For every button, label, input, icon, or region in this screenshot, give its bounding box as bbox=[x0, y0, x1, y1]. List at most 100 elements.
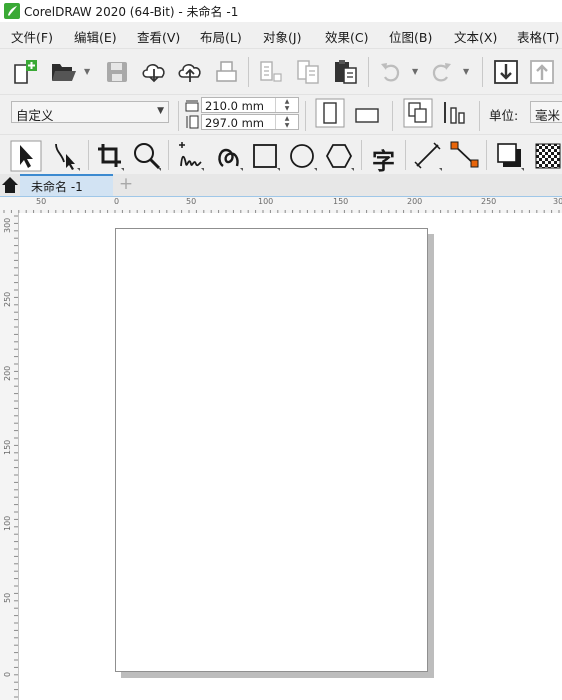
undo-icon[interactable] bbox=[378, 59, 404, 85]
redo-dropdown-icon[interactable]: ▼ bbox=[463, 67, 469, 76]
document-tab-bar: 未命名 -1 + bbox=[0, 174, 562, 197]
toolbar-separator bbox=[361, 140, 362, 170]
clipboard-icon[interactable] bbox=[332, 58, 360, 86]
copy-properties-icon[interactable] bbox=[258, 59, 284, 85]
toolbar-separator bbox=[178, 101, 179, 131]
ruler-tick-label: 250 bbox=[481, 197, 497, 206]
horizontal-ruler[interactable]: 50 0 50 100 150 200 250 300 bbox=[0, 197, 562, 214]
toolbar-separator bbox=[305, 101, 306, 131]
toolbar-separator bbox=[392, 101, 393, 131]
ruler-tick-label: 50 bbox=[36, 197, 47, 206]
menu-bar: 文件(F) 编辑(E) 查看(V) 布局(L) 对象(J) 效果(C) 位图(B… bbox=[0, 22, 562, 48]
toolbox: 字 bbox=[0, 134, 562, 175]
ruler-tick-label: 300 bbox=[553, 197, 562, 206]
tab-untitled-1[interactable]: 未命名 -1 bbox=[20, 174, 113, 196]
ruler-tick-label: 50 bbox=[186, 197, 197, 206]
toolbar-separator bbox=[248, 57, 249, 87]
menu-view[interactable]: 查看(V) bbox=[137, 27, 180, 46]
menu-text[interactable]: 文本(X) bbox=[454, 27, 497, 46]
all-pages-button[interactable] bbox=[403, 98, 433, 128]
coreldraw-app-icon bbox=[4, 3, 20, 19]
ruler-tick-label: 300 bbox=[3, 217, 12, 233]
ruler-tick-label: 0 bbox=[114, 197, 120, 206]
ruler-tick-label: 100 bbox=[258, 197, 274, 206]
ruler-tick-label: 200 bbox=[3, 365, 12, 381]
menu-effects[interactable]: 效果(C) bbox=[325, 27, 368, 46]
height-spinner[interactable]: ▲ ▼ bbox=[275, 115, 298, 129]
ruler-tick-label: 150 bbox=[3, 439, 12, 455]
open-icon[interactable] bbox=[50, 60, 78, 84]
page-size-dropdown[interactable]: 自定义 ▼ bbox=[11, 101, 169, 123]
portrait-orientation-button[interactable] bbox=[315, 98, 345, 128]
property-bar: 自定义 ▼ 210.0 mm ▲ ▼ 297.0 mm ▲ ▼ 单位: 毫米 bbox=[0, 94, 562, 135]
parallel-dimension-tool-icon[interactable] bbox=[412, 140, 444, 172]
units-value: 毫米 bbox=[535, 108, 561, 123]
text-tool-button[interactable]: 字 bbox=[368, 141, 400, 175]
polygon-tool-icon[interactable] bbox=[324, 140, 356, 172]
connector-tool-icon[interactable] bbox=[449, 140, 481, 172]
page-height-value: 297.0 mm bbox=[205, 116, 264, 130]
page-width-icon bbox=[185, 100, 199, 112]
chevron-down-icon: ▼ bbox=[157, 106, 164, 116]
add-tab-button[interactable]: + bbox=[116, 175, 136, 195]
landscape-orientation-button[interactable] bbox=[352, 105, 382, 125]
tab-label: 未命名 -1 bbox=[31, 180, 83, 194]
pick-tool-icon[interactable] bbox=[10, 140, 42, 172]
title-bar: CorelDRAW 2020 (64-Bit) - 未命名 -1 bbox=[0, 0, 562, 22]
paste-properties-icon[interactable] bbox=[296, 59, 322, 85]
transparency-tool-icon[interactable] bbox=[533, 140, 562, 172]
ruler-tick-label: 250 bbox=[3, 291, 12, 307]
artistic-media-tool-icon[interactable] bbox=[213, 140, 245, 172]
ruler-tick-label: 50 bbox=[3, 592, 12, 603]
ruler-tick-label: 150 bbox=[333, 197, 349, 206]
rectangle-tool-icon[interactable] bbox=[250, 140, 282, 172]
menu-table[interactable]: 表格(T) bbox=[517, 27, 559, 46]
menu-edit[interactable]: 编辑(E) bbox=[74, 27, 117, 46]
open-dropdown-icon[interactable]: ▼ bbox=[84, 67, 90, 76]
text-tool-icon: 字 bbox=[372, 149, 395, 175]
drop-shadow-tool-icon[interactable] bbox=[494, 140, 526, 172]
print-icon[interactable] bbox=[214, 60, 240, 84]
freehand-tool-icon[interactable] bbox=[174, 140, 206, 172]
width-spinner[interactable]: ▲ ▼ bbox=[275, 98, 298, 112]
units-dropdown[interactable]: 毫米 bbox=[530, 101, 562, 123]
page-width-field[interactable]: 210.0 mm ▲ ▼ bbox=[201, 97, 299, 113]
document-page[interactable] bbox=[115, 228, 428, 672]
menu-bitmaps[interactable]: 位图(B) bbox=[389, 27, 432, 46]
toolbar-separator bbox=[479, 101, 480, 131]
crop-tool-icon[interactable] bbox=[94, 140, 126, 172]
units-label: 单位: bbox=[489, 108, 519, 123]
redo-icon[interactable] bbox=[428, 59, 454, 85]
import-icon[interactable] bbox=[492, 58, 520, 86]
toolbar-separator bbox=[368, 57, 369, 87]
page-height-field[interactable]: 297.0 mm ▲ ▼ bbox=[201, 114, 299, 130]
menu-object[interactable]: 对象(J) bbox=[263, 27, 301, 46]
shape-tool-icon[interactable] bbox=[50, 140, 82, 172]
save-icon[interactable] bbox=[105, 60, 129, 84]
undo-dropdown-icon[interactable]: ▼ bbox=[412, 67, 418, 76]
menu-file[interactable]: 文件(F) bbox=[11, 27, 53, 46]
menu-layout[interactable]: 布局(L) bbox=[200, 27, 242, 46]
toolbar-separator bbox=[168, 140, 169, 170]
export-icon[interactable] bbox=[528, 58, 556, 86]
ellipse-tool-icon[interactable] bbox=[287, 140, 319, 172]
toolbar-separator bbox=[88, 140, 89, 170]
cloud-download-icon[interactable] bbox=[140, 59, 168, 85]
ruler-tick-label: 0 bbox=[3, 671, 12, 677]
standard-toolbar: ▼ ▼ ▼ bbox=[0, 48, 562, 95]
zoom-tool-icon[interactable] bbox=[131, 140, 163, 172]
current-page-button[interactable] bbox=[441, 99, 469, 127]
cloud-upload-icon[interactable] bbox=[176, 59, 204, 85]
vertical-ruler-ticks bbox=[14, 215, 18, 698]
ruler-tick-label: 100 bbox=[3, 515, 12, 531]
page-width-value: 210.0 mm bbox=[205, 99, 264, 113]
ruler-tick-label: 200 bbox=[407, 197, 423, 206]
page-height-icon bbox=[186, 115, 199, 129]
toolbar-separator bbox=[486, 140, 487, 170]
vertical-ruler[interactable]: 300 250 200 150 100 50 0 bbox=[0, 213, 19, 700]
page-size-value: 自定义 bbox=[16, 108, 54, 123]
toolbar-separator bbox=[482, 57, 483, 87]
home-icon[interactable] bbox=[0, 174, 20, 196]
horizontal-ruler-ticks bbox=[3, 210, 560, 213]
new-document-icon[interactable] bbox=[12, 59, 40, 85]
